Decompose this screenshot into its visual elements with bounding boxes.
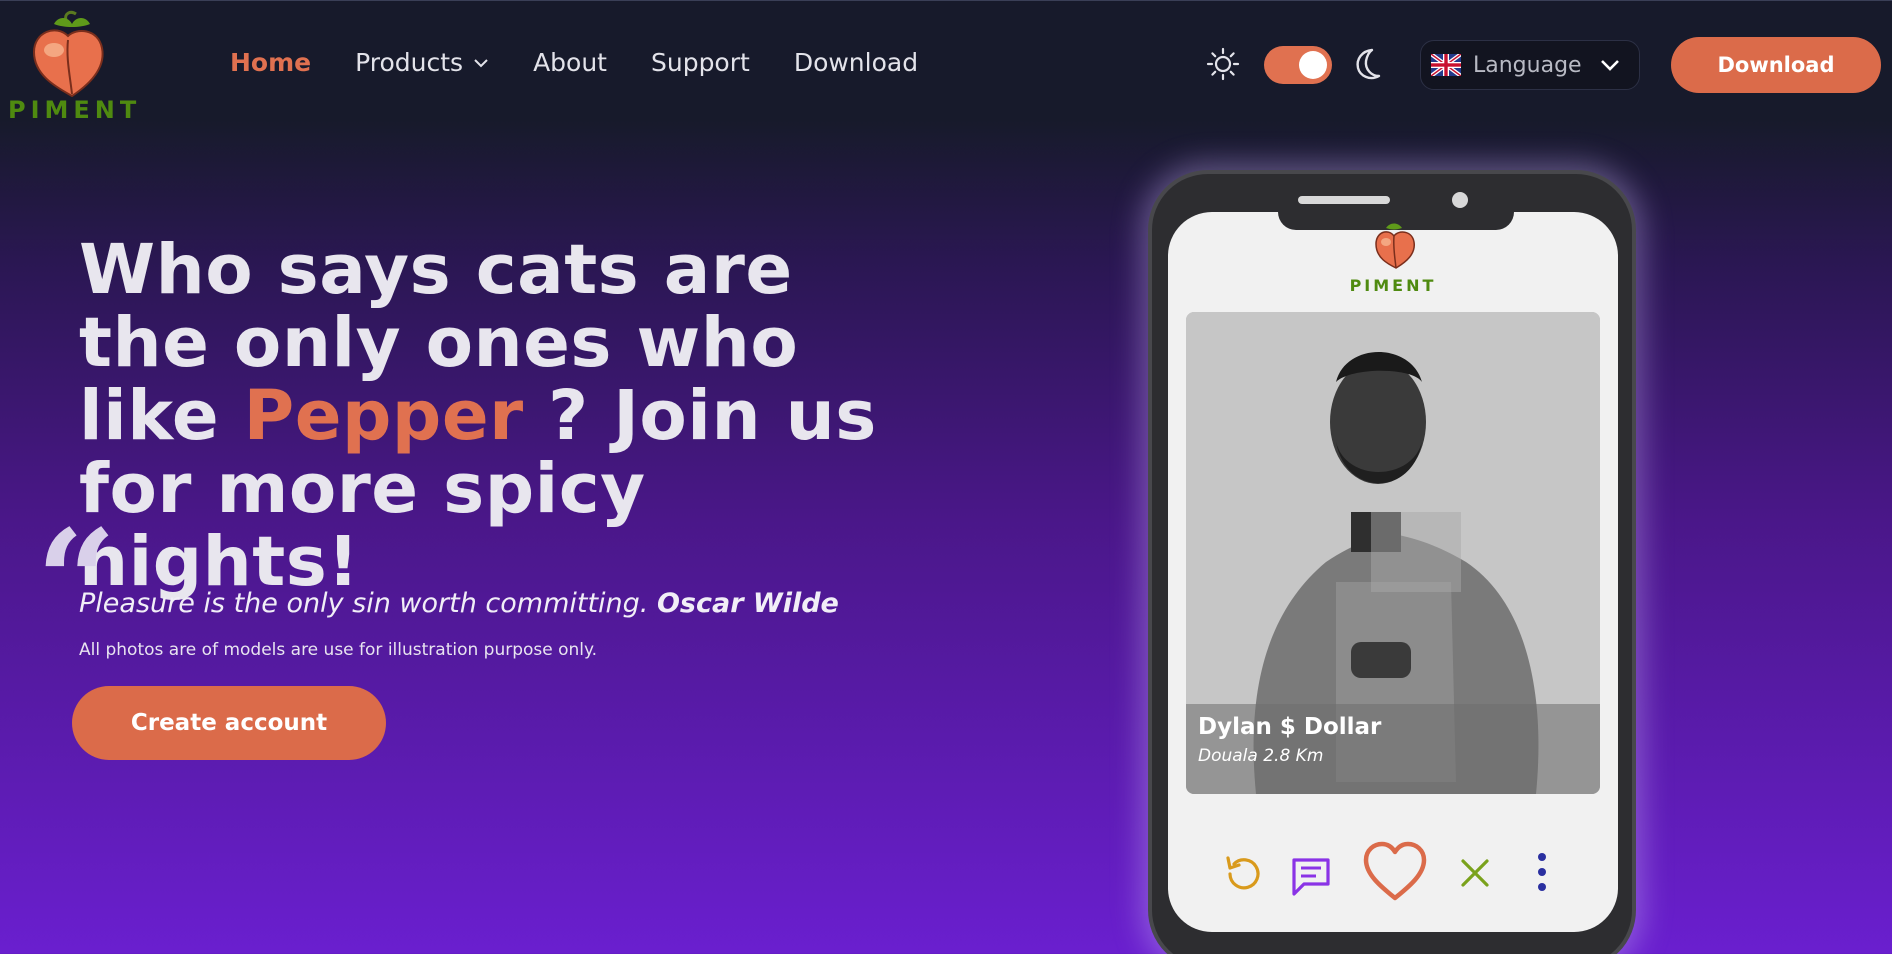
download-button[interactable]: Download: [1671, 37, 1881, 93]
brand-wordmark: PIMENT: [8, 96, 142, 124]
phone-mockup: PIMENT Dylan $ Dollar Douala 2.8 Km: [1148, 170, 1636, 954]
phone-screen: PIMENT Dylan $ Dollar Douala 2.8 Km: [1168, 212, 1618, 932]
app-logo: [1375, 223, 1415, 269]
language-select[interactable]: Language: [1420, 40, 1640, 90]
quote-mark-icon: “: [36, 500, 117, 664]
profile-name: Dylan $ Dollar: [1198, 714, 1382, 740]
nav-download[interactable]: Download: [794, 48, 918, 77]
close-icon[interactable]: [1458, 856, 1492, 890]
theme-toggle[interactable]: [1264, 46, 1332, 84]
nav-about-label: About: [533, 48, 607, 77]
toggle-knob: [1299, 51, 1327, 79]
sun-icon[interactable]: [1206, 47, 1240, 81]
phone-speaker: [1298, 196, 1390, 204]
nav-about[interactable]: About: [533, 48, 607, 77]
nav-download-label: Download: [793, 48, 919, 77]
chat-icon[interactable]: [1288, 852, 1334, 898]
nav-support[interactable]: Support: [651, 48, 750, 77]
phone-camera: [1452, 192, 1468, 208]
create-account-button[interactable]: Create account: [72, 686, 386, 760]
language-label: Language: [1473, 52, 1582, 78]
nav-home[interactable]: Home: [230, 48, 311, 77]
main-nav: Home Products About Support Download: [230, 48, 962, 77]
profile-info: Dylan $ Dollar Douala 2.8 Km: [1186, 704, 1600, 794]
hero-quote: Pleasure is the only sin worth committin…: [79, 588, 839, 619]
photo-disclaimer: All photos are of models are use for ill…: [79, 640, 598, 660]
profile-card[interactable]: Dylan $ Dollar Douala 2.8 Km: [1186, 312, 1600, 794]
heart-icon[interactable]: [1360, 840, 1430, 904]
nav-products[interactable]: Products: [355, 48, 489, 77]
top-border: [0, 0, 1892, 1]
nav-products-label: Products: [355, 48, 464, 77]
chevron-down-icon: [474, 58, 488, 67]
moon-icon[interactable]: [1350, 45, 1388, 83]
quote-text: Pleasure is the only sin worth committin…: [79, 588, 649, 619]
quote-author: Oscar Wilde: [656, 588, 839, 619]
nav-support-label: Support: [650, 48, 750, 77]
profile-location: Douala 2.8 Km: [1198, 746, 1324, 766]
swipe-actions: [1168, 832, 1618, 912]
headline-accent: Pepper: [243, 376, 524, 456]
chevron-down-icon: [1601, 60, 1619, 71]
uk-flag-icon: [1431, 54, 1461, 76]
undo-icon[interactable]: [1220, 852, 1264, 896]
app-wordmark: PIMENT: [1349, 276, 1437, 295]
hero-headline: Who says cats are the only ones who like…: [79, 234, 939, 599]
more-vertical-icon[interactable]: [1536, 852, 1548, 892]
nav-home-label: Home: [230, 48, 312, 77]
